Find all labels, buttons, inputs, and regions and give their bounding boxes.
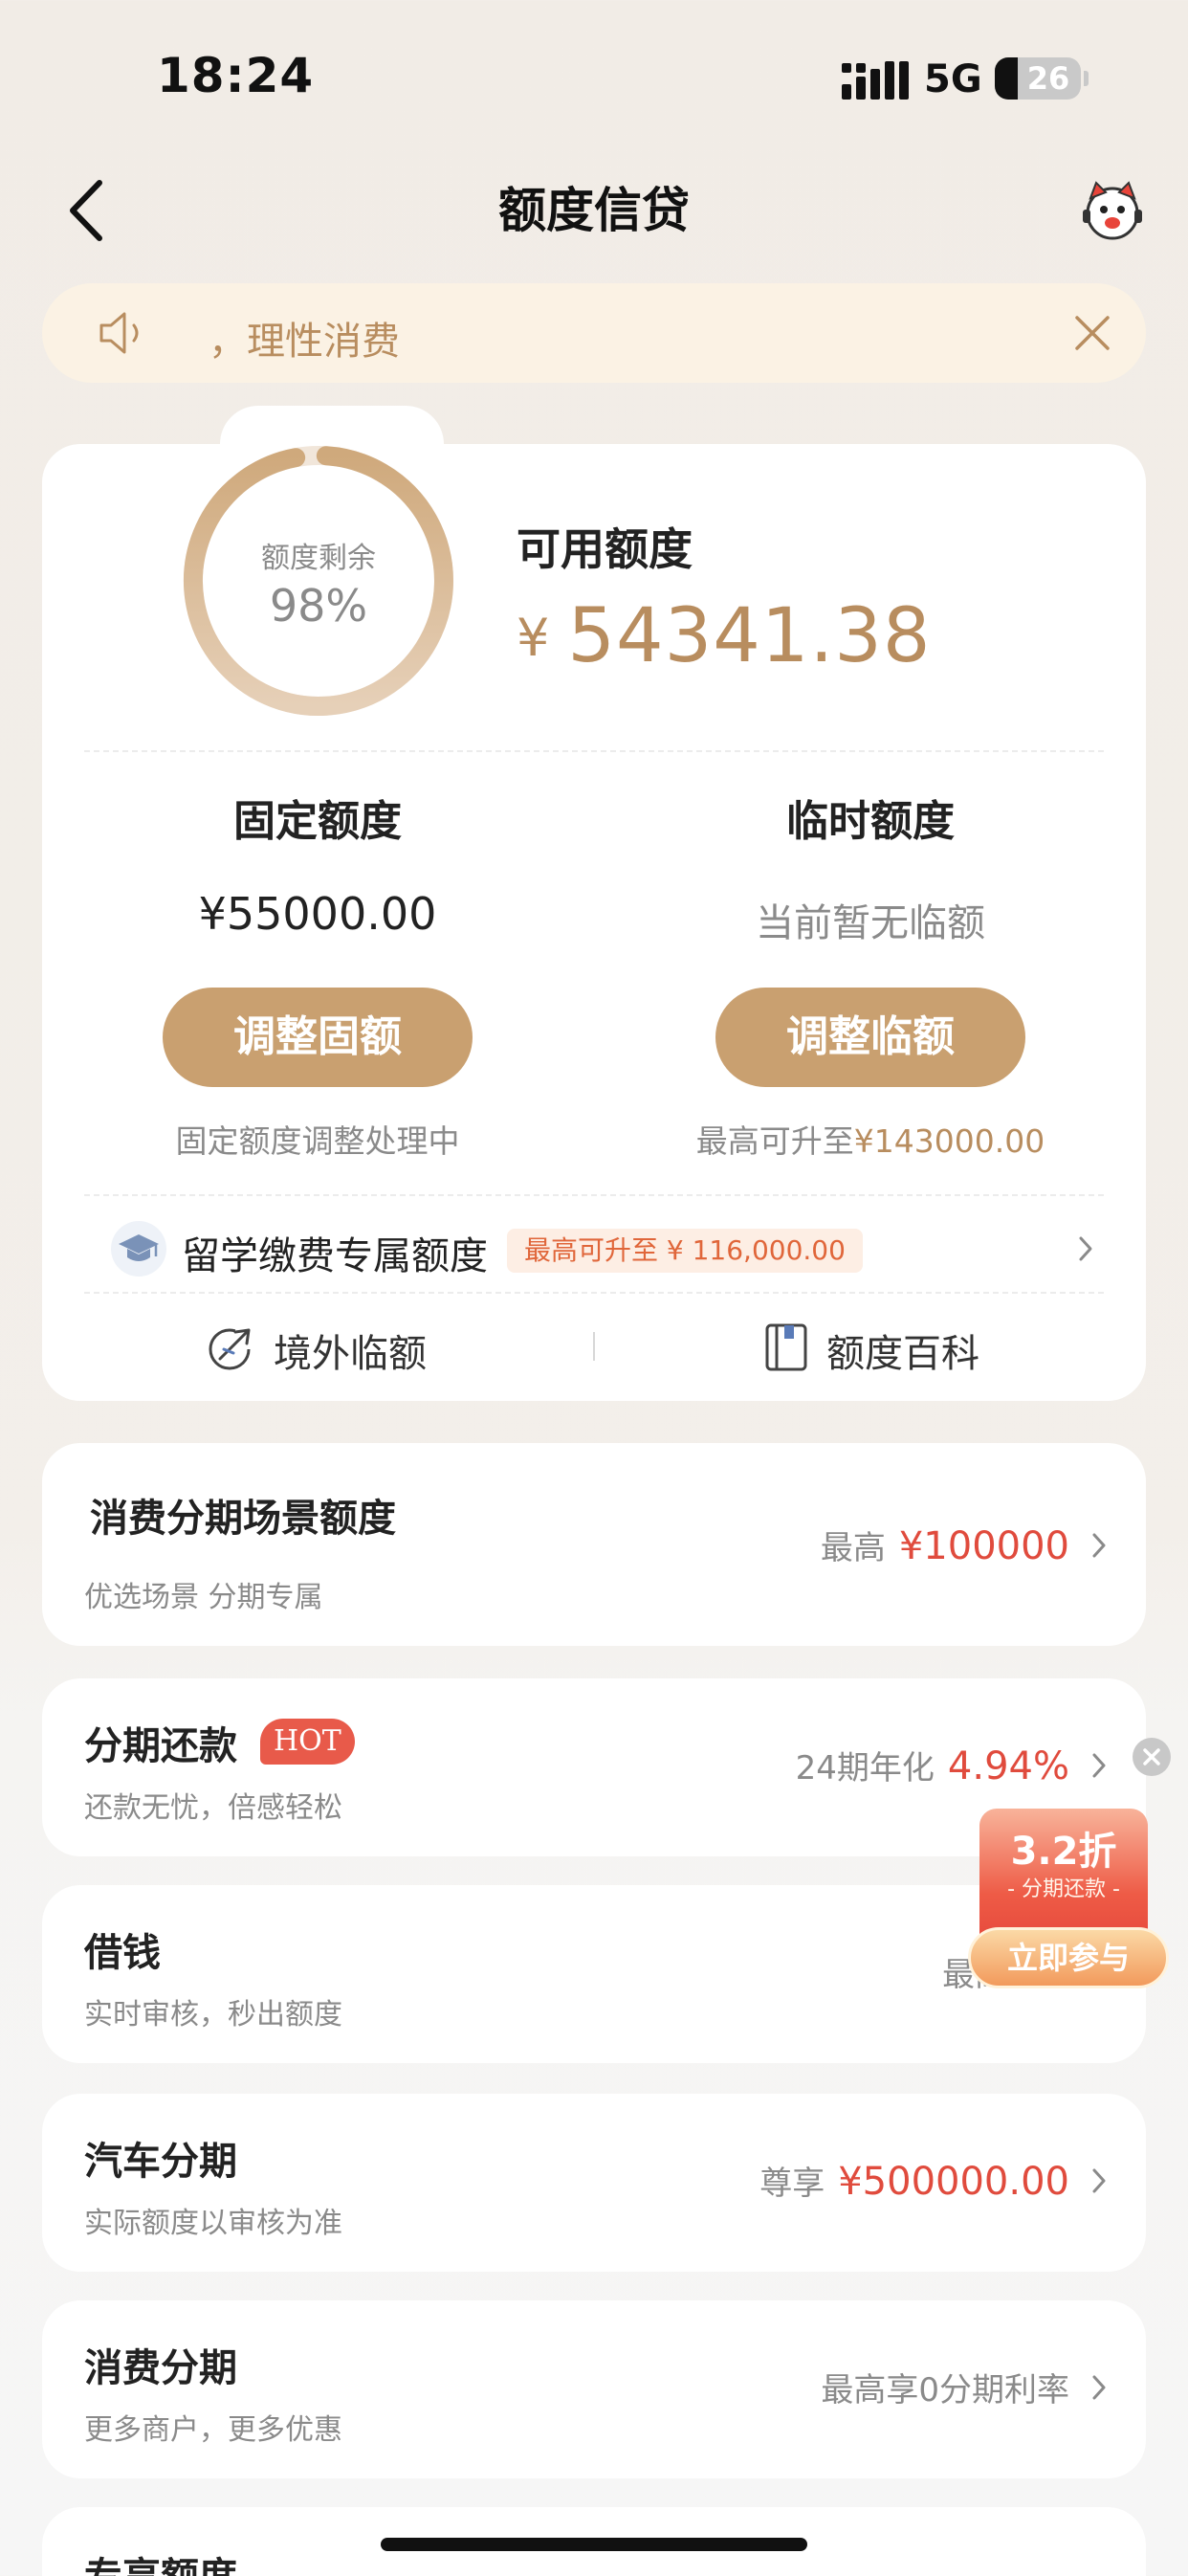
card-right-info: 尊享 ¥500000.00 bbox=[759, 2157, 1069, 2204]
currency-symbol: ¥ bbox=[517, 608, 551, 668]
network-label: 5G bbox=[924, 57, 982, 101]
card-right-label: 尊享 bbox=[759, 2165, 825, 2203]
card-subtitle: 还款无忧，倍感轻松 bbox=[84, 1791, 342, 1825]
temp-quota-title: 临时额度 bbox=[786, 797, 955, 846]
home-indicator bbox=[381, 2538, 807, 2551]
quota-encyclopedia-link[interactable]: 额度百科 bbox=[761, 1319, 1010, 1376]
card-right-info: 24期年化 4.94% bbox=[796, 1742, 1069, 1788]
card-right-info: 最高享0分期利率 bbox=[821, 2364, 1069, 2410]
close-icon[interactable] bbox=[1071, 312, 1113, 354]
signal-icon bbox=[842, 61, 909, 100]
list-card-car-installment[interactable]: 汽车分期 实际额度以审核为准 尊享 ¥500000.00 bbox=[42, 2094, 1146, 2272]
link-separator bbox=[593, 1332, 595, 1361]
available-value: 54341.38 bbox=[567, 593, 932, 679]
battery-icon: 26 bbox=[995, 57, 1081, 100]
ring-percent: 98% bbox=[269, 580, 368, 632]
divider bbox=[84, 750, 1104, 752]
notice-text: ，理性消费 bbox=[209, 320, 400, 364]
card-title: 专享额度 bbox=[84, 2545, 237, 2576]
adjust-fixed-button[interactable]: 调整固额 bbox=[163, 988, 473, 1087]
list-card-scenario-quota[interactable]: 消费分期场景额度 优选场景 分期专属 最高 ¥100000 bbox=[42, 1443, 1146, 1646]
card-title: 汽车分期 bbox=[84, 2140, 237, 2184]
card-subtitle: 更多商户，更多优惠 bbox=[84, 2413, 342, 2447]
temp-quota-note: 最高可升至¥143000.00 bbox=[650, 1116, 1090, 1162]
card-subtitle: 优选场景 分期专属 bbox=[84, 1581, 323, 1614]
available-amount: ¥54341.38 bbox=[517, 593, 932, 679]
fixed-quota-note: 固定额度调整处理中 bbox=[175, 1122, 460, 1160]
card-subtitle: 实际额度以审核为准 bbox=[84, 2207, 342, 2240]
fixed-quota-value: ¥55000.00 bbox=[198, 888, 437, 940]
card-right-label: 最高享0分期利率 bbox=[821, 2371, 1069, 2409]
promo-close-icon[interactable] bbox=[1133, 1738, 1171, 1776]
temp-note-amount: ¥143000.00 bbox=[853, 1122, 1045, 1160]
book-icon bbox=[765, 1323, 807, 1371]
fixed-quota-title: 固定额度 bbox=[233, 797, 402, 846]
study-abroad-quota-row[interactable]: 留学缴费专属额度 最高可升至 ¥ 116,000.00 bbox=[42, 1196, 1146, 1301]
page-title: 额度信贷 bbox=[498, 183, 690, 238]
quota-encyclopedia-label: 额度百科 bbox=[826, 1332, 979, 1376]
promo-discount: 3.2折 bbox=[1010, 1830, 1117, 1874]
speaker-icon bbox=[99, 312, 139, 354]
divider bbox=[84, 1292, 1104, 1294]
card-subtitle: 实时审核，秒出额度 bbox=[84, 1998, 342, 2032]
card-right-value: ¥500000.00 bbox=[838, 2160, 1069, 2204]
available-label: 可用额度 bbox=[517, 523, 693, 575]
plane-globe-icon bbox=[209, 1328, 251, 1370]
battery-cap bbox=[1084, 71, 1089, 86]
chevron-right-icon bbox=[1079, 1236, 1092, 1261]
card-title: 消费分期 bbox=[84, 2346, 237, 2390]
mascot-icon[interactable] bbox=[1079, 177, 1146, 244]
adjust-temp-button[interactable]: 调整临额 bbox=[715, 988, 1025, 1087]
chevron-right-icon bbox=[1092, 1753, 1106, 1778]
promo-widget[interactable]: 3.2折 - 分期还款 - 立即参与 bbox=[966, 1799, 1177, 2010]
graduation-cap-icon bbox=[111, 1221, 166, 1277]
temp-note-prefix: 最高可升至 bbox=[695, 1122, 854, 1160]
promo-join-button[interactable]: 立即参与 bbox=[968, 1927, 1169, 1988]
promo-subtitle: - 分期还款 - bbox=[1007, 1877, 1120, 1901]
chevron-right-icon bbox=[1092, 1533, 1106, 1558]
card-title: 消费分期场景额度 bbox=[90, 1497, 396, 1541]
chevron-right-icon bbox=[1092, 2375, 1106, 2400]
card-title: 借钱 bbox=[84, 1931, 161, 1975]
study-abroad-title: 留学缴费专属额度 bbox=[182, 1234, 488, 1278]
overseas-temp-quota-link[interactable]: 境外临额 bbox=[201, 1319, 450, 1376]
card-right-label: 24期年化 bbox=[795, 1749, 935, 1788]
hot-badge: HOT bbox=[260, 1719, 355, 1765]
card-title: 分期还款 bbox=[84, 1724, 237, 1768]
card-right-label: 最高 bbox=[820, 1529, 886, 1567]
status-time: 18:24 bbox=[157, 48, 315, 103]
overseas-temp-quota-label: 境外临额 bbox=[274, 1332, 427, 1376]
notice-banner: ，理性消费 bbox=[42, 283, 1146, 383]
list-card-consumer-installment[interactable]: 消费分期 更多商户，更多优惠 最高享0分期利率 bbox=[42, 2300, 1146, 2478]
chevron-right-icon bbox=[1092, 2168, 1106, 2193]
ring-label: 额度剩余 bbox=[261, 542, 376, 575]
card-right-info: 最高 ¥100000 bbox=[821, 1521, 1069, 1568]
battery-level: 26 bbox=[1026, 60, 1070, 97]
card-right-value: ¥100000 bbox=[898, 1524, 1069, 1568]
card-right-value: 4.94% bbox=[947, 1744, 1069, 1788]
study-abroad-badge: 最高可升至 ¥ 116,000.00 bbox=[507, 1229, 863, 1273]
temp-quota-value: 当前暂无临额 bbox=[756, 901, 985, 945]
